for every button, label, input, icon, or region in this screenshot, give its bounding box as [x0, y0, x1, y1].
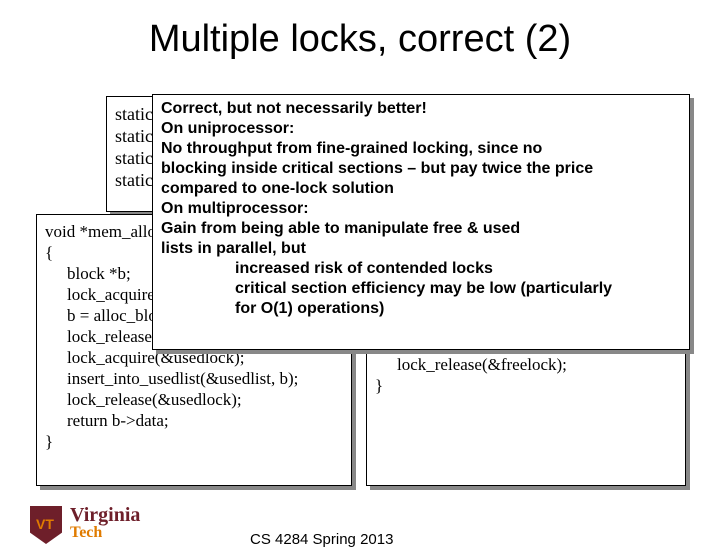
slide-title: Multiple locks, correct (2) [0, 18, 720, 61]
code-line: return b->data; [45, 410, 345, 431]
note-line: blocking inside critical sections – but … [161, 159, 681, 179]
code-line: insert_into_usedlist(&usedlist, b); [45, 368, 345, 389]
code-line: lock_acquire(&usedlock); [45, 347, 345, 368]
note-line: On uniprocessor: [161, 119, 681, 139]
code-line: } [375, 375, 679, 396]
code-line: } [45, 431, 345, 452]
note-line: Correct, but not necessarily better! [161, 99, 681, 119]
note-line: No throughput from fine-grained locking,… [161, 139, 681, 159]
logo-top: Virginia [70, 504, 140, 526]
note-line: critical section efficiency may be low (… [161, 279, 681, 299]
logo-text: Virginia Tech [70, 506, 140, 542]
code-line: lock_release(&freelock); [375, 354, 679, 375]
note-line: On multiprocessor: [161, 199, 681, 219]
vt-logo: Virginia Tech [30, 504, 190, 548]
logo-bottom: Tech [70, 524, 140, 542]
note-line: compared to one-lock solution [161, 179, 681, 199]
commentary-box: Correct, but not necessarily better! On … [152, 94, 690, 350]
note-line: Gain from being able to manipulate free … [161, 219, 681, 239]
note-line: lists in parallel, but [161, 239, 681, 259]
code-line: lock_release(&usedlock); [45, 389, 345, 410]
content-area: static struct list freelist; static stru… [36, 96, 688, 482]
note-line: increased risk of contended locks [161, 259, 681, 279]
note-line: for O(1) operations) [161, 299, 681, 319]
shield-icon [30, 506, 62, 544]
